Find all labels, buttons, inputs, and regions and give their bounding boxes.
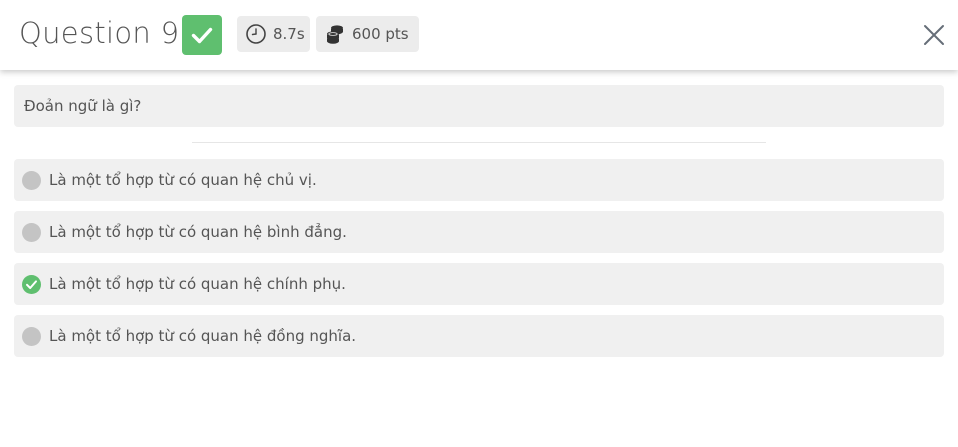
option-marker-empty-icon — [22, 170, 41, 190]
option-label: Là một tổ hợp từ có quan hệ chủ vị. — [49, 171, 317, 189]
points-value: 600 pts — [352, 25, 409, 43]
option-label: Là một tổ hợp từ có quan hệ chính phụ. — [49, 275, 346, 293]
clock-icon — [245, 23, 267, 45]
time-value: 8.7s — [273, 25, 305, 43]
close-icon — [924, 25, 944, 45]
time-chip: 8.7s — [237, 16, 310, 52]
divider — [192, 142, 766, 143]
option-label: Là một tổ hợp từ có quan hệ bình đẳng. — [49, 223, 347, 241]
option-1[interactable]: Là một tổ hợp từ có quan hệ chủ vị. — [14, 159, 944, 201]
option-marker-empty-icon — [22, 222, 41, 242]
option-2[interactable]: Là một tổ hợp từ có quan hệ bình đẳng. — [14, 211, 944, 253]
question-text: Đoản ngữ là gì? — [24, 97, 142, 115]
check-circle-icon — [22, 274, 41, 294]
check-icon — [191, 27, 213, 44]
option-label: Là một tổ hợp từ có quan hệ đồng nghĩa. — [49, 327, 357, 345]
option-4[interactable]: Là một tổ hợp từ có quan hệ đồng nghĩa. — [14, 315, 944, 357]
question-number-title: Question 9 — [19, 16, 180, 50]
status-correct-badge — [182, 15, 222, 55]
close-button[interactable] — [920, 21, 948, 49]
points-chip: 600 pts — [316, 16, 419, 52]
question-header: Question 9 8.7s 600 pts — [0, 0, 958, 70]
option-3-correct[interactable]: Là một tổ hợp từ có quan hệ chính phụ. — [14, 263, 944, 305]
coins-icon — [324, 23, 346, 45]
option-marker-empty-icon — [22, 326, 41, 346]
question-text-box: Đoản ngữ là gì? — [14, 85, 944, 127]
